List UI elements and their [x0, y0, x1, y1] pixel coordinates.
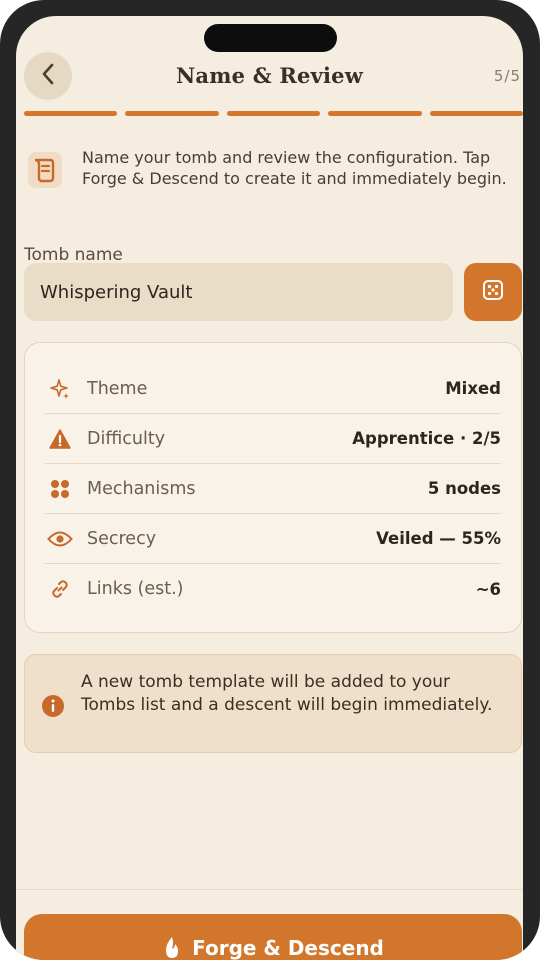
summary-value: ~6 — [475, 579, 501, 599]
summary-row-theme: Theme Mixed — [45, 364, 501, 414]
tomb-name-input[interactable] — [24, 263, 453, 321]
summary-row-secrecy: Secrecy Veiled — 55% — [45, 514, 501, 564]
tomb-name-label: Tomb name — [24, 245, 123, 265]
progress-segment — [328, 111, 422, 116]
randomize-name-button[interactable] — [464, 263, 522, 321]
dice-icon — [481, 278, 505, 306]
summary-value: 5 nodes — [427, 479, 501, 498]
summary-card: Theme Mixed Difficulty Apprentice · 2/5 — [24, 342, 522, 633]
page-title: Name & Review — [176, 63, 363, 88]
summary-row-difficulty: Difficulty Apprentice · 2/5 — [45, 414, 501, 464]
summary-label: Theme — [87, 378, 148, 399]
summary-value: Apprentice · 2/5 — [352, 429, 501, 448]
warning-icon — [47, 426, 73, 452]
eye-icon — [47, 526, 73, 552]
device-frame: Name & Review 5/5 Name your tomb and rev… — [0, 0, 540, 960]
progress-segment — [24, 111, 118, 116]
camera-notch — [204, 24, 337, 52]
summary-row-mechanisms: Mechanisms 5 nodes — [45, 464, 501, 514]
progress-segment — [226, 111, 321, 116]
summary-label: Difficulty — [87, 428, 166, 449]
app-screen: Name & Review 5/5 Name your tomb and rev… — [16, 16, 523, 960]
sparkle-icon — [47, 376, 73, 402]
step-counter: 5/5 — [493, 67, 521, 85]
progress-segment — [125, 111, 219, 116]
scroll-icon — [28, 152, 62, 188]
nodes-icon — [47, 476, 73, 502]
step-progress — [24, 111, 523, 116]
flame-icon — [162, 936, 182, 960]
summary-label: Links (est.) — [87, 579, 184, 599]
forge-descend-button[interactable]: Forge & Descend — [24, 914, 522, 960]
intro-text: Name your tomb and review the configurat… — [82, 148, 507, 188]
summary-label: Secrecy — [87, 528, 157, 549]
summary-label: Mechanisms — [87, 478, 196, 499]
summary-value: Veiled — 55% — [376, 529, 501, 548]
notice-text: A new tomb template will be added to you… — [81, 672, 493, 715]
summary-row-links: Links (est.) ~6 — [45, 564, 501, 614]
progress-segment — [429, 111, 523, 116]
link-icon — [47, 576, 73, 602]
info-notice: A new tomb template will be added to you… — [24, 654, 522, 753]
info-icon — [41, 694, 65, 722]
bottom-divider — [16, 889, 523, 890]
summary-value: Mixed — [445, 379, 501, 398]
forge-descend-label: Forge & Descend — [192, 936, 384, 960]
